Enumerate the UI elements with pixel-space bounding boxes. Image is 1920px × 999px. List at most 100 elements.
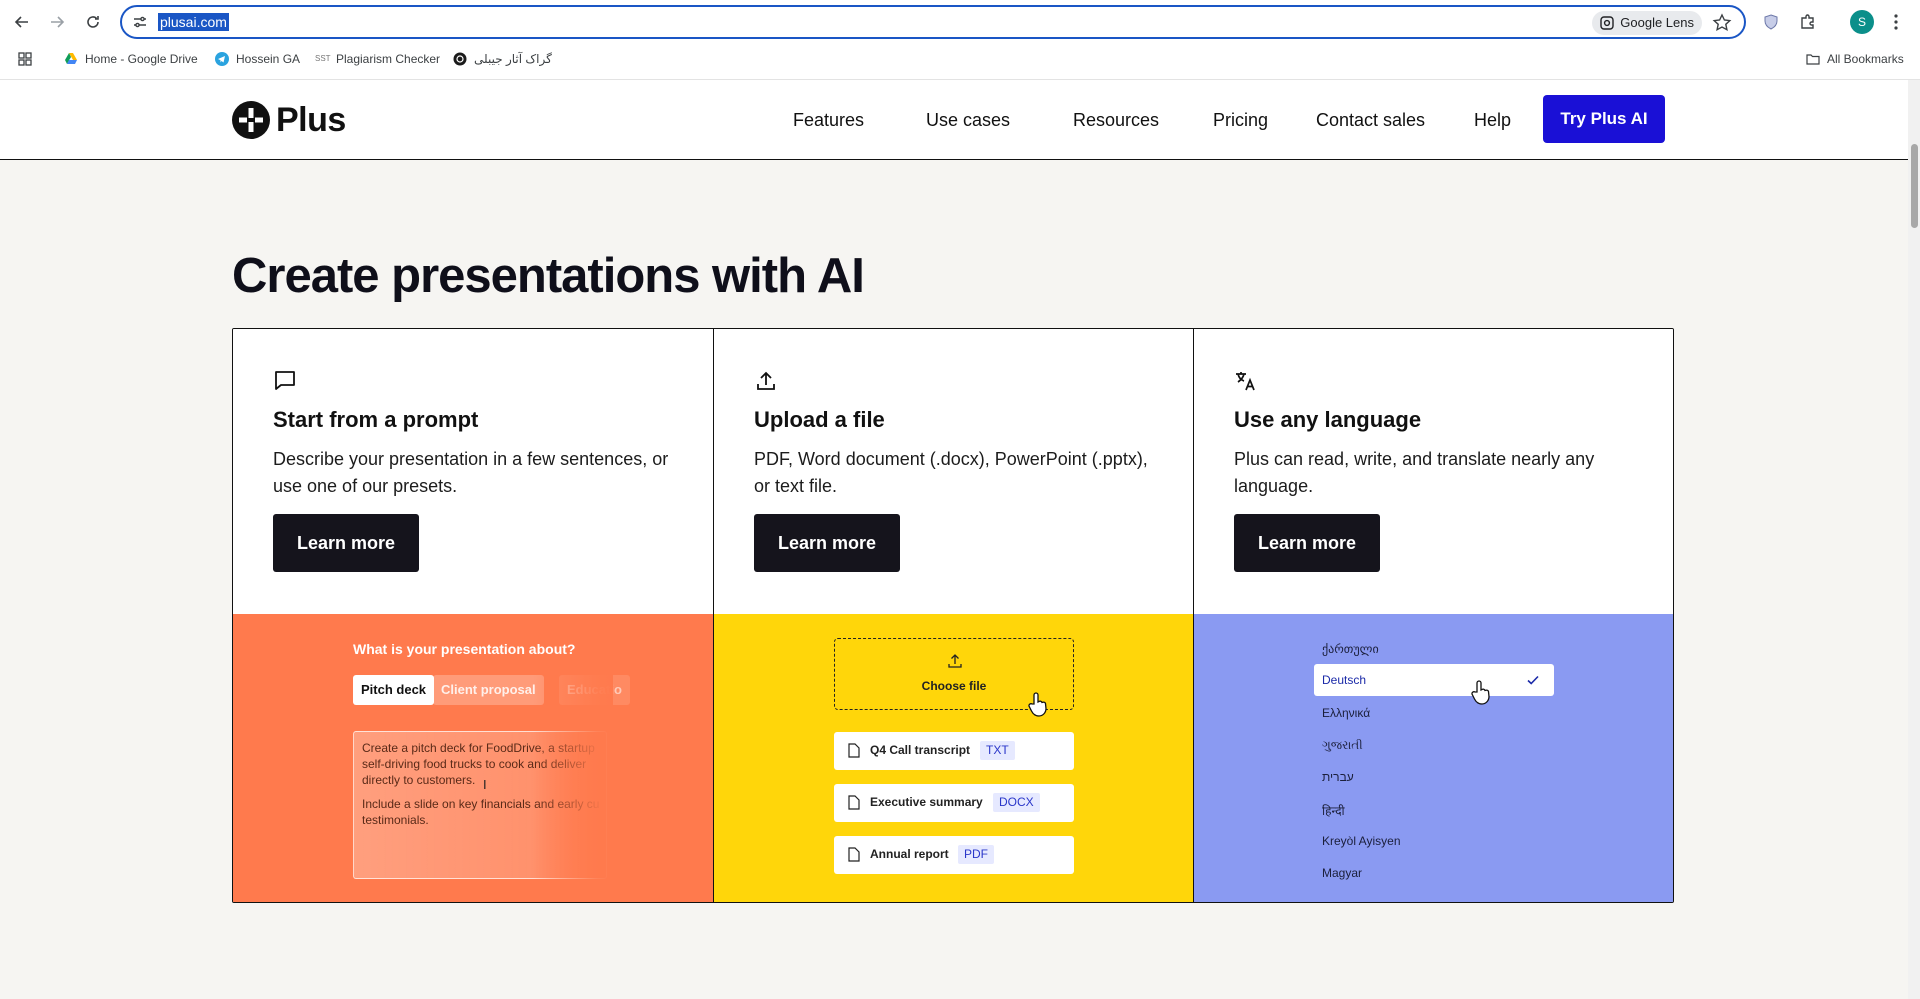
arrow-left-icon: [14, 16, 28, 28]
language-option[interactable]: עברית: [1322, 770, 1354, 784]
language-option[interactable]: ქართული: [1322, 642, 1379, 656]
nav-help[interactable]: Help: [1474, 110, 1511, 131]
pointer-hand-icon: [1471, 680, 1490, 705]
feature-cards: Start from a prompt Describe your presen…: [232, 328, 1674, 903]
bookmark-ghibli[interactable]: گراک آثار جیبلی: [453, 50, 552, 68]
bookmark-plagiarism-checker[interactable]: SST Plagiarism Checker: [315, 50, 440, 68]
bookmark-google-drive[interactable]: Home - Google Drive: [64, 50, 198, 68]
sst-icon: SST: [315, 54, 331, 63]
file-icon: [848, 743, 860, 758]
reload-icon: [87, 16, 99, 28]
language-option[interactable]: Ελληνικά: [1322, 706, 1370, 720]
language-option[interactable]: Magyar: [1322, 866, 1362, 880]
nav-resources[interactable]: Resources: [1073, 110, 1159, 131]
site-settings-icon[interactable]: [132, 14, 148, 30]
language-option[interactable]: ગુજરાતી: [1322, 738, 1363, 753]
back-button[interactable]: [10, 10, 34, 34]
learn-more-button[interactable]: Learn more: [273, 514, 419, 572]
folder-icon: [1806, 54, 1820, 65]
card-description: Plus can read, write, and translate near…: [1234, 449, 1595, 496]
google-lens-button[interactable]: Google Lens: [1592, 11, 1702, 35]
card-text-area: Use any language Plus can read, write, a…: [1194, 329, 1673, 614]
upload-icon: [757, 371, 775, 390]
file-name: Executive summary: [870, 795, 983, 809]
file-type-badge: TXT: [980, 741, 1015, 760]
site-header: Plus Features Use cases Resources Pricin…: [0, 80, 1908, 160]
telegram-icon: [215, 52, 229, 66]
page-scrollbar[interactable]: [1908, 80, 1920, 999]
prompt-demo: What is your presentation about? Pitch d…: [233, 614, 713, 902]
prompt-line: directly to customers.: [362, 773, 476, 787]
puzzle-icon: [1801, 14, 1814, 29]
file-type-badge: PDF: [958, 845, 994, 864]
extensions-button[interactable]: [1797, 11, 1819, 33]
nav-features[interactable]: Features: [793, 110, 864, 131]
file-icon: [848, 847, 860, 862]
google-lens-label: Google Lens: [1620, 15, 1694, 30]
google-drive-icon: [65, 53, 77, 64]
forward-button[interactable]: [45, 10, 69, 34]
fade-overlay: [533, 674, 613, 884]
bookmark-label: Plagiarism Checker: [336, 52, 441, 66]
language-option-selected[interactable]: Deutsch: [1314, 664, 1554, 696]
plus-logo[interactable]: Plus: [232, 100, 346, 140]
bookmark-star-icon[interactable]: [1712, 13, 1732, 33]
card-description: PDF, Word document (.docx), PowerPoint (…: [754, 449, 1148, 496]
learn-more-button[interactable]: Learn more: [754, 514, 900, 572]
try-plus-ai-button[interactable]: Try Plus AI: [1543, 95, 1665, 143]
file-row-executive-summary[interactable]: Executive summary DOCX: [834, 784, 1074, 822]
upload-demo: Choose file Q4 Call transcript TXT Execu…: [714, 614, 1193, 902]
address-bar[interactable]: plusai.com Google Lens: [120, 5, 1746, 39]
card-title: Start from a prompt: [273, 407, 479, 432]
bookmark-hossein-ga[interactable]: Hossein GA: [215, 50, 300, 68]
bookmark-label: Hossein GA: [236, 52, 301, 66]
all-bookmarks-button[interactable]: All Bookmarks: [1806, 50, 1904, 68]
card-start-from-prompt: Start from a prompt Describe your presen…: [233, 329, 713, 902]
all-bookmarks-label: All Bookmarks: [1827, 52, 1904, 66]
apps-button[interactable]: [18, 50, 32, 68]
bookmark-label: Home - Google Drive: [85, 52, 198, 66]
card-description: Describe your presentation in a few sent…: [273, 449, 669, 496]
language-option[interactable]: Kreyòl Ayisyen: [1322, 834, 1401, 848]
nav-pricing[interactable]: Pricing: [1213, 110, 1268, 131]
openai-icon: [453, 52, 467, 66]
bookmark-label: گراک آثار جیبلی: [474, 52, 552, 66]
shield-icon: [1764, 14, 1778, 30]
bookmarks-bar: Home - Google Drive Hossein GA SST Plagi…: [0, 46, 1920, 72]
card-text-area: Upload a file PDF, Word document (.docx)…: [714, 329, 1193, 614]
card-any-language: Use any language Plus can read, write, a…: [1193, 329, 1673, 902]
file-row-q4-transcript[interactable]: Q4 Call transcript TXT: [834, 732, 1074, 770]
card-title: Upload a file: [754, 407, 885, 432]
file-row-annual-report[interactable]: Annual report PDF: [834, 836, 1074, 874]
reload-button[interactable]: [81, 10, 105, 34]
text-cursor-icon: I: [483, 777, 487, 792]
apps-grid-icon: [18, 52, 32, 66]
chip-pitch-deck[interactable]: Pitch deck: [353, 675, 435, 705]
language-option[interactable]: हिन्दी: [1322, 802, 1345, 819]
translate-icon: [1236, 372, 1255, 391]
card-text-area: Start from a prompt Describe your presen…: [233, 329, 713, 614]
logo-text: Plus: [276, 100, 346, 139]
browser-menu-button[interactable]: [1885, 11, 1907, 33]
pointer-hand-icon: [1028, 692, 1047, 717]
file-icon: [848, 795, 860, 810]
upload-icon: [948, 654, 962, 668]
prompt-line: testimonials.: [362, 813, 429, 827]
chip-client-proposal[interactable]: Client proposal: [433, 675, 544, 705]
google-lens-icon: [1600, 16, 1614, 30]
extension-shield-button[interactable]: [1760, 11, 1782, 33]
url-text[interactable]: plusai.com: [158, 13, 229, 31]
prompt-question: What is your presentation about?: [353, 641, 576, 657]
plus-logo-icon: [232, 101, 270, 139]
file-type-badge: DOCX: [993, 793, 1040, 812]
browser-chrome: plusai.com Google Lens S Home - Google D…: [0, 0, 1920, 80]
card-upload-file: Upload a file PDF, Word document (.docx)…: [713, 329, 1193, 902]
nav-use-cases[interactable]: Use cases: [926, 110, 1010, 131]
learn-more-button[interactable]: Learn more: [1234, 514, 1380, 572]
selected-language-label: Deutsch: [1322, 673, 1367, 687]
scrollbar-thumb[interactable]: [1911, 144, 1918, 228]
profile-avatar[interactable]: S: [1850, 10, 1874, 34]
browser-toolbar: plusai.com Google Lens S: [0, 0, 1920, 44]
nav-contact-sales[interactable]: Contact sales: [1316, 110, 1425, 131]
chat-bubble-icon: [275, 371, 295, 390]
